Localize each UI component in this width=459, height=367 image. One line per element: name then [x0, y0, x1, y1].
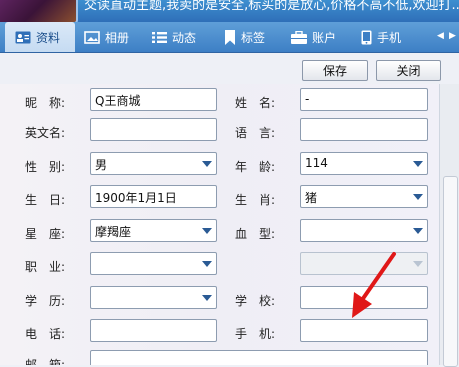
occupation-label: 职 业:: [25, 260, 66, 274]
tab-feed[interactable]: 动态: [152, 22, 196, 52]
bookmark-icon: [225, 29, 235, 45]
birthday-label: 生 日:: [25, 193, 66, 207]
nickname-label: 昵 称:: [25, 96, 66, 110]
occupation-select[interactable]: [90, 252, 217, 275]
tab-profile[interactable]: 资料: [5, 22, 75, 52]
zodiac-label: 生 肖:: [235, 193, 276, 207]
email-field[interactable]: [90, 350, 428, 365]
constellation-label: 星 座:: [25, 227, 66, 241]
tab-label: 账户: [312, 30, 337, 45]
banner-text: 交读直动主题,我卖的是安全,标买的是放心,价格不高不低,欢迎打...: [84, 0, 459, 13]
tab-scroll-left-icon[interactable]: ◀: [437, 31, 444, 41]
age-label: 年 龄:: [235, 160, 276, 174]
blood-type-select[interactable]: [300, 219, 428, 242]
chevron-down-icon[interactable]: [202, 228, 212, 234]
chevron-down-icon[interactable]: [202, 261, 212, 267]
phone-field[interactable]: [90, 319, 217, 342]
avatar[interactable]: [0, 0, 78, 22]
name-label: 姓 名:: [235, 96, 276, 110]
age-value: 114: [305, 156, 328, 170]
tab-tags[interactable]: 标签: [224, 22, 265, 52]
tab-scroll-right-icon[interactable]: ▶: [449, 31, 456, 41]
briefcase-icon: [291, 30, 307, 44]
phone-label: 电 话:: [25, 327, 66, 341]
tab-label: 标签: [241, 30, 266, 45]
scrollbar[interactable]: [439, 84, 459, 367]
birthday-field[interactable]: 1900年1月1日: [90, 185, 217, 208]
gender-value: 男: [95, 158, 108, 172]
close-button[interactable]: 关闭: [376, 60, 441, 81]
tab-account[interactable]: 账户: [291, 22, 336, 52]
education-select[interactable]: [90, 286, 217, 309]
tab-album[interactable]: 相册: [84, 22, 129, 52]
mobile-label: 手 机:: [235, 327, 276, 341]
name-field[interactable]: -: [300, 88, 428, 111]
chevron-down-icon[interactable]: [202, 295, 212, 301]
language-label: 语 言:: [235, 126, 276, 140]
tab-label: 资料: [36, 30, 61, 45]
tab-mobile[interactable]: 手机: [361, 22, 401, 52]
annotation-arrow-icon: [352, 252, 396, 318]
chevron-down-icon: [413, 261, 423, 267]
mobile-field[interactable]: [300, 319, 428, 342]
toolbar: 保存 关闭: [0, 53, 459, 83]
tab-label: 动态: [172, 30, 197, 45]
constellation-select[interactable]: 摩羯座: [90, 219, 217, 242]
chevron-down-icon[interactable]: [413, 228, 423, 234]
english-name-field[interactable]: [90, 118, 217, 141]
photo-album-icon: [84, 30, 100, 44]
feed-list-icon: [152, 31, 167, 43]
education-label: 学 历:: [25, 294, 66, 308]
age-select[interactable]: 114: [300, 152, 428, 175]
english-name-label: 英文名:: [25, 126, 66, 140]
tab-bar: 资料 相册 动态 标签 账户 手机 ◀ ▶: [0, 22, 459, 53]
scrollbar-thumb[interactable]: [443, 176, 458, 367]
email-label: 邮 箱:: [25, 358, 66, 365]
zodiac-value: 猪: [305, 191, 318, 205]
chevron-down-icon[interactable]: [202, 161, 212, 167]
gender-select[interactable]: 男: [90, 152, 217, 175]
chevron-down-icon[interactable]: [413, 161, 423, 167]
gender-label: 性 别:: [25, 160, 66, 174]
blood-type-label: 血 型:: [235, 227, 276, 241]
tab-label: 相册: [105, 30, 130, 45]
profile-card-icon: [15, 31, 31, 43]
tab-label: 手机: [377, 30, 402, 45]
language-field[interactable]: [300, 118, 428, 141]
zodiac-select[interactable]: 猪: [300, 185, 428, 208]
banner: 交读直动主题,我卖的是安全,标买的是放心,价格不高不低,欢迎打...: [0, 0, 459, 22]
constellation-value: 摩羯座: [95, 225, 132, 239]
nickname-field[interactable]: Q王商城: [90, 88, 217, 111]
profile-form: 昵 称: Q王商城 姓 名: - 英文名: 语 言: 性 别: 男 年 龄: 1…: [0, 84, 439, 365]
mobile-phone-icon: [361, 30, 372, 44]
school-label: 学 校:: [235, 294, 276, 308]
save-button[interactable]: 保存: [302, 60, 368, 81]
chevron-down-icon[interactable]: [413, 194, 423, 200]
